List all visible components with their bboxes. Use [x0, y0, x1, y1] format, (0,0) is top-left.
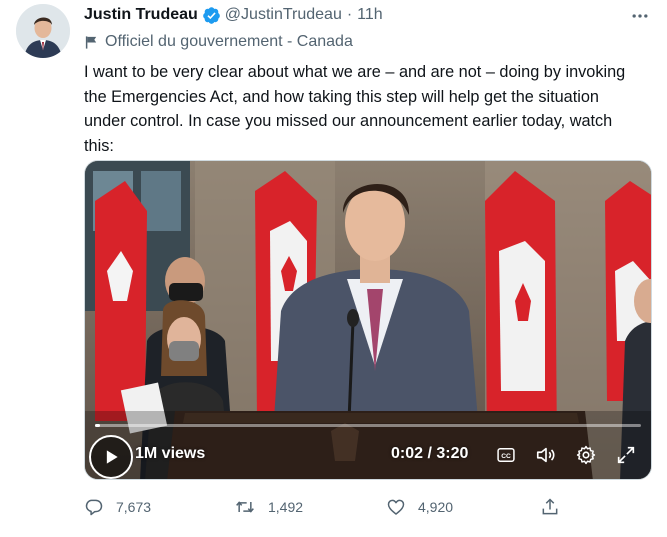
reply-icon	[85, 499, 103, 516]
flag-icon	[85, 35, 97, 49]
tweet-text-line: this:	[84, 136, 114, 155]
play-button[interactable]	[89, 435, 133, 479]
tweet-actions: 7,673 1,492 4,920	[84, 492, 654, 522]
retweet-icon	[236, 501, 254, 513]
account-label-text: Officiel du gouvernement - Canada	[105, 33, 353, 50]
video-progress-bar[interactable]	[95, 424, 641, 427]
author-handle[interactable]: @JustinTrudeau	[225, 6, 342, 24]
author-name[interactable]: Justin Trudeau	[84, 6, 198, 24]
volume-icon	[536, 447, 555, 463]
share-button[interactable]	[540, 492, 572, 522]
tweet-header: Justin Trudeau @JustinTrudeau · 11h	[84, 4, 383, 26]
more-icon	[632, 14, 648, 18]
like-button[interactable]: 4,920	[386, 492, 453, 522]
captions-button[interactable]: CC	[493, 443, 519, 467]
play-icon	[106, 450, 118, 464]
reply-button[interactable]: 7,673	[84, 492, 151, 522]
avatar-photo	[16, 4, 70, 58]
tweet-text-line: I want to be very clear about what we ar…	[84, 63, 626, 81]
account-label[interactable]: Officiel du gouvernement - Canada	[84, 31, 353, 53]
video-frame	[85, 161, 651, 479]
like-icon	[387, 499, 405, 515]
reply-count: 7,673	[116, 499, 152, 515]
video-player[interactable]: 1M views 0:02 / 3:20 CC	[84, 160, 652, 480]
tweet-text-line: the Emergencies Act, and how taking this…	[84, 87, 599, 106]
video-progress-fill	[95, 424, 101, 427]
retweet-count: 1,492	[268, 499, 304, 515]
settings-icon	[576, 445, 596, 465]
settings-button[interactable]	[573, 443, 599, 467]
verified-badge-icon	[202, 6, 221, 25]
retweet-button[interactable]: 1,492	[234, 492, 303, 522]
tweet-timestamp[interactable]: 11h	[357, 6, 383, 24]
fullscreen-button[interactable]	[613, 443, 639, 467]
volume-button[interactable]	[533, 443, 559, 467]
separator-dot: ·	[346, 6, 353, 23]
svg-text:CC: CC	[501, 453, 511, 460]
captions-icon: CC	[497, 448, 515, 462]
avatar[interactable]	[16, 4, 70, 58]
more-options-button[interactable]	[628, 6, 652, 26]
share-icon	[542, 498, 558, 515]
video-timecode: 0:02 / 3:20	[391, 445, 469, 462]
fullscreen-icon	[617, 446, 635, 464]
view-count: 1M views	[135, 445, 206, 462]
like-count: 4,920	[418, 499, 454, 515]
tweet-text: I want to be very clear about what we ar…	[84, 60, 654, 158]
tweet-text-line: under control. In case you missed our an…	[84, 112, 613, 130]
